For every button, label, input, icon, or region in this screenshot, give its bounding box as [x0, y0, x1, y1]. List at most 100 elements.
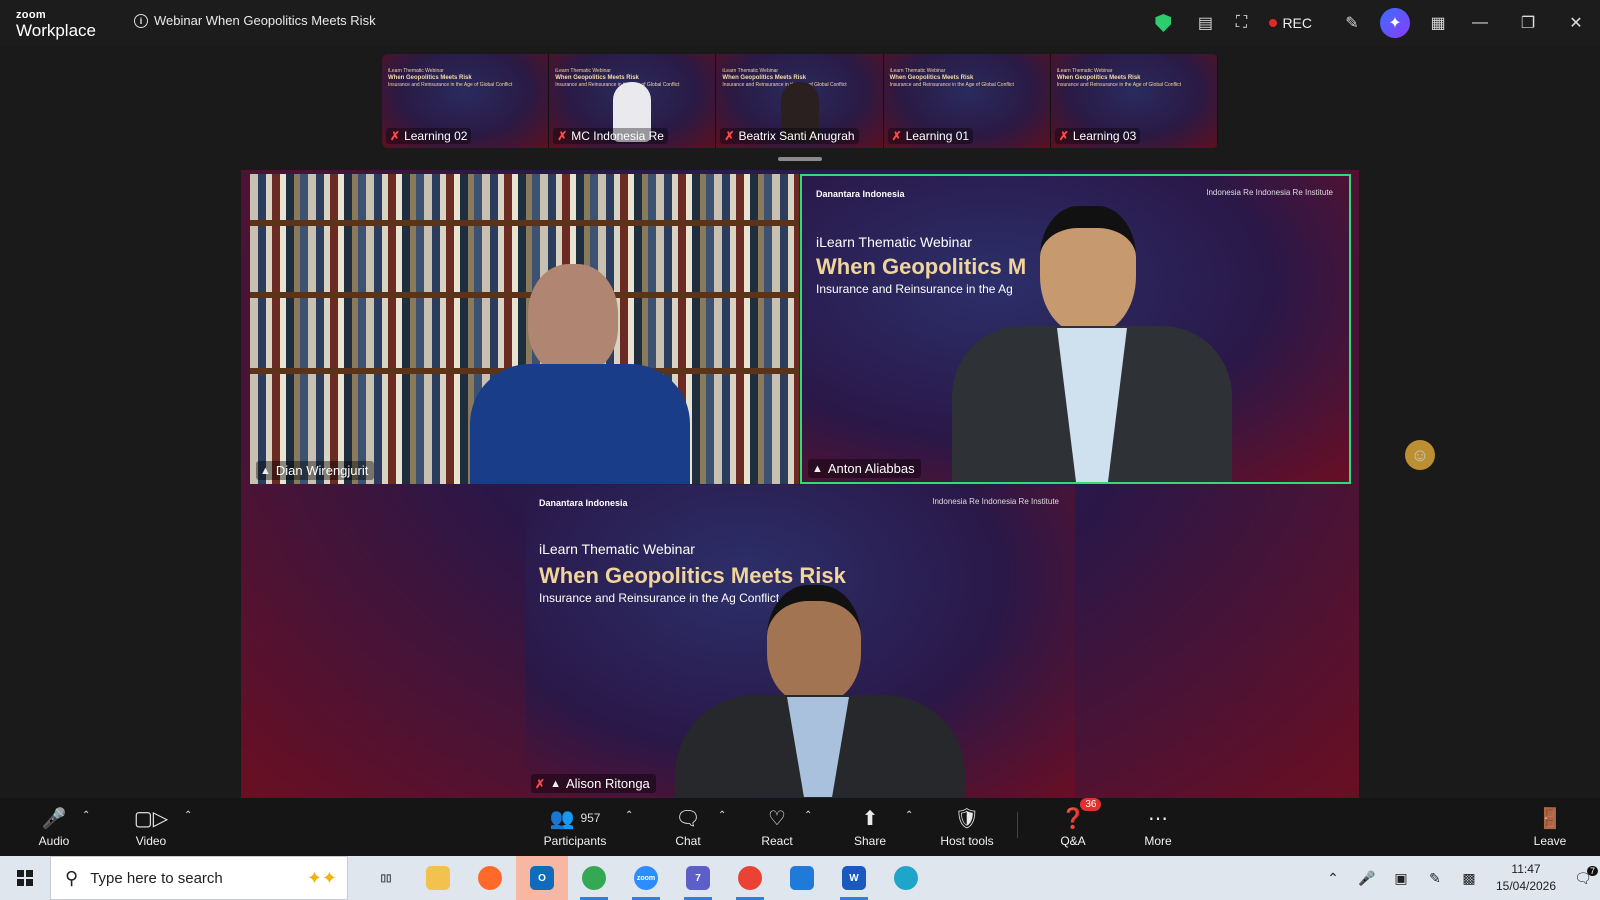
chat-button[interactable]: 🗨 Chat [648, 804, 728, 849]
teams-icon[interactable]: 7 [672, 856, 724, 900]
qa-label: Q&A [1060, 834, 1086, 848]
slide-brand: Danantara Indonesia [816, 189, 905, 199]
thumb-slide-text: iLearn Thematic Webinar When Geopolitics … [722, 68, 847, 89]
notifications-icon[interactable]: 🗨 7 [1566, 865, 1600, 887]
qa-button[interactable]: ❓ 36 Q&A [1033, 798, 1113, 848]
close-button[interactable]: ✕ [1552, 13, 1600, 33]
annotate-pencil-icon[interactable]: ✎ [1334, 5, 1370, 41]
share-button[interactable]: ⬆ Share [830, 804, 910, 849]
qa-icon: ❓ 36 [1061, 798, 1102, 832]
more-dots-icon: ⋯ [1148, 807, 1168, 830]
clock[interactable]: 11:47 15/04/2026 [1486, 861, 1566, 895]
thumbnail-tile[interactable]: iLearn Thematic Webinar When Geopolitics … [549, 54, 717, 148]
mic-muted-icon: ✗ [390, 129, 401, 143]
strip-drag-handle[interactable] [778, 157, 822, 161]
notifications-badge: 7 [1586, 865, 1598, 876]
host-tools-label: Host tools [940, 834, 994, 848]
chrome-icon[interactable] [724, 856, 776, 900]
touch-keyboard-icon[interactable]: ▩ [1452, 870, 1486, 887]
react-options-caret[interactable]: ⌃ [804, 810, 812, 821]
display-icon[interactable]: ▣ [1384, 870, 1418, 887]
video-tile-alison[interactable]: Danantara Indonesia Indonesia Re Indones… [525, 485, 1075, 797]
qa-badge: 36 [1080, 798, 1102, 811]
microphone-icon[interactable]: 🎤 [1350, 870, 1384, 887]
thumbnail-tile[interactable]: iLearn Thematic Webinar When Geopolitics … [382, 54, 550, 148]
brand-bottom: Workplace [16, 21, 96, 40]
zoom-app-icon[interactable]: zoom [620, 856, 672, 900]
thumbnail-tile[interactable]: iLearn Thematic Webinar When Geopolitics … [716, 54, 884, 148]
apps-grid-icon[interactable]: ▦ [1420, 5, 1456, 41]
leave-button[interactable]: 🚪 Leave [1510, 804, 1590, 849]
share-label: Share [853, 834, 887, 848]
audio-label: Audio [38, 834, 70, 848]
task-view-icon[interactable]: ▯▯ [360, 856, 412, 900]
participants-options-caret[interactable]: ⌃ [625, 810, 633, 821]
file-explorer-icon[interactable] [412, 856, 464, 900]
share-screen-icon: ⬆ [861, 807, 879, 830]
video-tile-dian[interactable]: ▲ Dian Wirengjurit [250, 174, 799, 484]
thumbnail-name: ✗ Learning 02 [386, 128, 472, 144]
chrome-profile-icon[interactable] [568, 856, 620, 900]
pin-icon: ▲ [260, 464, 271, 477]
participants-label: Participants [543, 834, 607, 848]
slide-logos: Indonesia Re Indonesia Re Institute [932, 497, 1059, 506]
video-tile-anton-active-speaker[interactable]: Danantara Indonesia Indonesia Re Indones… [800, 174, 1351, 484]
meeting-info[interactable]: i Webinar When Geopolitics Meets Risk [134, 13, 376, 28]
chat-options-caret[interactable]: ⌃ [718, 810, 726, 821]
thumbnail-name: ✗ MC Indonesia Re [553, 128, 668, 144]
windows-logo-icon [17, 870, 33, 886]
video-button[interactable]: ▢▷ Video [111, 804, 191, 849]
mic-muted-icon: ✗ [891, 129, 902, 143]
minimize-button[interactable]: — [1456, 14, 1504, 32]
brand-top: zoom [16, 9, 46, 21]
laugh-reaction-icon: ☺ [1405, 440, 1435, 470]
start-button[interactable] [0, 856, 50, 900]
chevron-up-icon[interactable]: ⌃ [1316, 870, 1350, 887]
edge-icon[interactable] [880, 856, 932, 900]
participant-video [470, 264, 690, 484]
windows-taskbar: ⚲ Type here to search ✦✦ ▯▯ O zoom 7 W ⌃… [0, 856, 1600, 900]
leave-door-icon: 🚪 [1537, 807, 1563, 830]
recording-indicator[interactable]: REC [1269, 15, 1312, 31]
react-label: React [761, 834, 793, 848]
video-options-caret[interactable]: ⌃ [184, 810, 192, 821]
outlook-icon[interactable]: O [516, 856, 568, 900]
info-icon[interactable]: i [134, 13, 148, 28]
thumb-slide-text: iLearn Thematic Webinar When Geopolitics … [388, 68, 513, 89]
head [528, 264, 618, 374]
photos-icon[interactable] [776, 856, 828, 900]
encryption-shield-icon[interactable] [1155, 14, 1172, 32]
search-highlight-icon: ✦✦ [306, 867, 337, 888]
title-bar: zoom Workplace i Webinar When Geopolitic… [0, 0, 1600, 46]
system-tray: ⌃ 🎤 ▣ ✎ ▩ 11:47 15/04/2026 🗨 7 [1316, 856, 1600, 900]
more-button[interactable]: ⋯ More [1118, 804, 1198, 849]
clock-date: 15/04/2026 [1495, 879, 1557, 893]
ai-companion-icon[interactable]: ✦ [1380, 8, 1410, 38]
bookshelf [250, 174, 799, 220]
video-camera-icon: ▢▷ [133, 807, 169, 830]
share-options-caret[interactable]: ⌃ [905, 810, 913, 821]
taskbar-search[interactable]: ⚲ Type here to search ✦✦ [50, 856, 348, 900]
search-placeholder: Type here to search [90, 869, 223, 887]
thumbnail-tile[interactable]: iLearn Thematic Webinar When Geopolitics … [1050, 54, 1218, 148]
focus-view-icon[interactable]: ⛶ [1223, 5, 1259, 41]
firefox-icon[interactable] [464, 856, 516, 900]
participants-button[interactable]: 👥 957 Participants [535, 804, 615, 849]
captions-icon[interactable]: ▤ [1187, 5, 1223, 41]
head [767, 585, 861, 703]
zoom-logo: zoom Workplace [16, 9, 96, 40]
host-tools-button[interactable]: 🛡 Host tools [922, 804, 1012, 849]
pin-icon: ▲ [550, 777, 561, 790]
thumbnail-name: ✗ Beatrix Santi Anugrah [720, 128, 859, 144]
thumbnail-name: ✗ Learning 01 [887, 128, 974, 144]
meeting-title: Webinar When Geopolitics Meets Risk [154, 13, 376, 28]
pen-icon[interactable]: ✎ [1418, 870, 1452, 887]
heart-icon: ♡ [768, 807, 786, 830]
participant-name: ▲ Anton Aliabbas [808, 459, 921, 478]
thumb-slide-text: iLearn Thematic Webinar When Geopolitics … [889, 68, 1014, 89]
audio-options-caret[interactable]: ⌃ [82, 810, 90, 821]
restore-button[interactable]: ❐ [1504, 13, 1552, 33]
chat-label: Chat [675, 834, 701, 848]
thumbnail-tile[interactable]: iLearn Thematic Webinar When Geopolitics … [883, 54, 1051, 148]
word-icon[interactable]: W [828, 856, 880, 900]
